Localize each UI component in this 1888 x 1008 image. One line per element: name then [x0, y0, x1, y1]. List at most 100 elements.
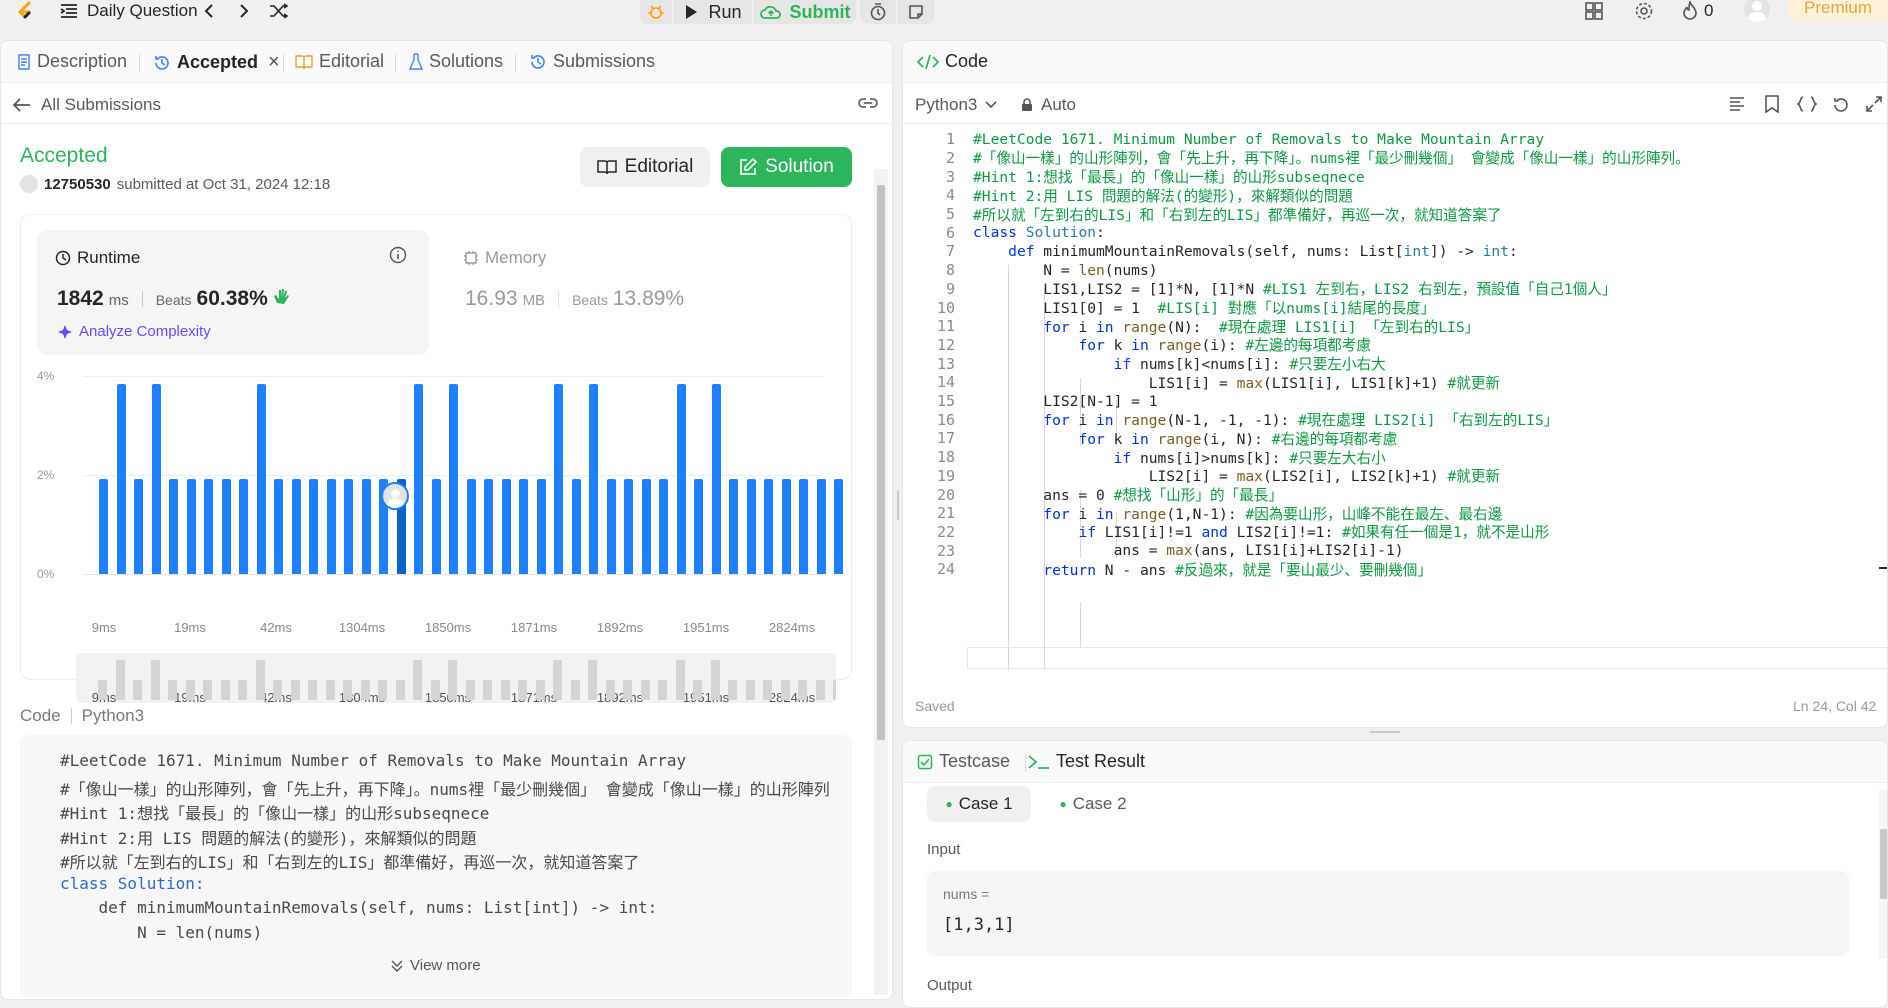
case-1-tab[interactable]: ● Case 1 — [927, 786, 1031, 822]
fullscreen-icon[interactable] — [1866, 96, 1882, 117]
editorial-button[interactable]: Editorial — [580, 147, 710, 187]
chart-bar[interactable] — [361, 479, 371, 574]
chart-bar[interactable] — [484, 479, 493, 574]
code-line[interactable]: 24 return N - ans #反過來，就是「要山最少、要刪幾個」 — [903, 558, 1887, 581]
chart-bar[interactable] — [659, 479, 668, 574]
x-tick-label: 42ms — [260, 620, 292, 635]
runtime-card[interactable]: Runtime 1842 ms Beats 60.38% Analyze Com… — [37, 230, 429, 355]
problem-list-icon[interactable] — [60, 0, 78, 22]
chart-bar[interactable] — [134, 479, 143, 574]
code-editor[interactable]: 1 #LeetCode 1671. Minimum Number of Remov… — [903, 130, 1887, 670]
user-avatar[interactable] — [1744, 0, 1770, 22]
tab-test-result-label: Test Result — [1056, 751, 1146, 771]
chart-bar[interactable] — [151, 384, 161, 574]
chart-bar[interactable] — [746, 479, 756, 574]
memory-card[interactable]: Memory 16.93 MB Beats 13.89% — [445, 230, 837, 355]
chart-bar[interactable] — [519, 479, 528, 574]
tab-submissions[interactable]: Submissions — [529, 51, 655, 72]
chart-bar[interactable] — [326, 479, 336, 574]
vertical-resize-handle[interactable] — [893, 490, 902, 530]
chart-bar[interactable] — [764, 479, 773, 574]
chart-bar[interactable] — [466, 479, 476, 574]
notes-icon[interactable] — [898, 0, 934, 24]
shuffle-icon[interactable] — [269, 0, 289, 22]
chart-bar[interactable] — [554, 384, 563, 574]
chart-bar[interactable] — [186, 479, 196, 574]
chart-bar[interactable] — [729, 479, 738, 574]
left-scrollbar-thumb[interactable] — [877, 185, 885, 740]
tab-description[interactable]: Description — [17, 51, 127, 72]
submitter-name[interactable]: 12750530 — [44, 176, 111, 193]
layout-grid-icon[interactable] — [1585, 0, 1603, 22]
all-submissions-link[interactable]: All Submissions — [13, 95, 161, 115]
info-icon[interactable] — [389, 246, 407, 269]
book-icon — [596, 160, 617, 175]
format-icon[interactable] — [1729, 96, 1745, 117]
run-button[interactable]: Run — [674, 0, 752, 24]
chart-bar[interactable] — [221, 479, 231, 574]
chart-bar[interactable] — [834, 479, 843, 574]
chart-bar[interactable] — [624, 479, 633, 574]
reset-icon[interactable] — [1832, 96, 1850, 119]
tab-testcase[interactable]: Testcase — [917, 751, 1010, 772]
language-select[interactable]: Python3 — [915, 95, 997, 115]
view-more-button[interactable]: View more — [390, 957, 481, 974]
chart-bar[interactable] — [449, 384, 458, 574]
tab-accepted[interactable]: Accepted × — [153, 51, 280, 74]
chart-bar[interactable] — [799, 479, 808, 574]
next-problem-icon[interactable] — [237, 0, 251, 22]
minimap-bar — [763, 680, 772, 700]
chart-bar[interactable] — [676, 384, 686, 574]
close-tab-icon[interactable]: × — [268, 51, 280, 74]
chart-bar[interactable] — [501, 479, 511, 574]
chart-bar[interactable] — [99, 479, 108, 574]
chart-bar[interactable] — [606, 479, 616, 574]
share-link-icon[interactable] — [857, 95, 879, 116]
chart-bar[interactable] — [344, 479, 353, 574]
submit-button[interactable]: Submit — [754, 0, 856, 24]
chart-bar[interactable] — [116, 384, 126, 574]
test-scrollbar-track[interactable] — [1879, 789, 1887, 959]
prev-problem-icon[interactable] — [202, 0, 216, 22]
chart-bar[interactable] — [239, 479, 248, 574]
timer-icon[interactable] — [860, 0, 896, 24]
left-scrollbar-track[interactable] — [874, 169, 888, 995]
case-2-tab[interactable]: ● Case 2 — [1041, 786, 1145, 822]
braces-icon[interactable] — [1795, 96, 1819, 117]
tab-test-result[interactable]: Test Result — [1028, 751, 1145, 772]
chart-bar[interactable] — [309, 479, 318, 574]
solution-button[interactable]: Solution — [721, 147, 852, 187]
chart-bar[interactable] — [274, 479, 283, 574]
chart-bar[interactable] — [711, 384, 721, 574]
chart-range-selector[interactable]: 9ms19ms42ms1304ms1850ms1871ms1892ms1951m… — [76, 653, 836, 703]
chart-bar[interactable] — [431, 479, 441, 574]
auto-mode-toggle[interactable]: Auto — [1021, 95, 1076, 115]
analyze-complexity-link[interactable]: Analyze Complexity — [57, 323, 211, 340]
chart-bar[interactable] — [291, 479, 301, 574]
leetcode-logo-icon[interactable] — [14, 0, 36, 22]
chart-bar[interactable] — [169, 479, 178, 574]
chart-bar[interactable] — [571, 479, 581, 574]
streak-fire-icon[interactable] — [1682, 0, 1698, 22]
divider — [903, 123, 1887, 124]
chart-bar[interactable] — [414, 384, 423, 574]
chart-bar[interactable] — [781, 479, 791, 574]
tab-code[interactable]: Code — [917, 51, 988, 72]
tab-editorial[interactable]: Editorial — [295, 51, 384, 72]
chart-bar[interactable] — [204, 479, 213, 574]
premium-button[interactable]: Premium — [1788, 0, 1888, 22]
your-submission-avatar[interactable] — [381, 482, 409, 510]
debug-icon[interactable] — [640, 0, 672, 24]
chart-bar[interactable] — [536, 479, 546, 574]
chart-bar[interactable] — [816, 479, 826, 574]
daily-question-title[interactable]: Daily Question — [87, 0, 198, 22]
chart-bar[interactable] — [256, 384, 266, 574]
bookmark-icon[interactable] — [1765, 95, 1779, 118]
tab-solutions[interactable]: Solutions — [409, 51, 503, 72]
chart-bar[interactable] — [589, 384, 598, 574]
horizontal-resize-handle[interactable] — [1370, 731, 1400, 736]
test-scrollbar-thumb[interactable] — [1880, 829, 1887, 899]
settings-gear-icon[interactable] — [1634, 0, 1654, 22]
chart-bar[interactable] — [641, 479, 651, 574]
chart-bar[interactable] — [694, 479, 703, 574]
